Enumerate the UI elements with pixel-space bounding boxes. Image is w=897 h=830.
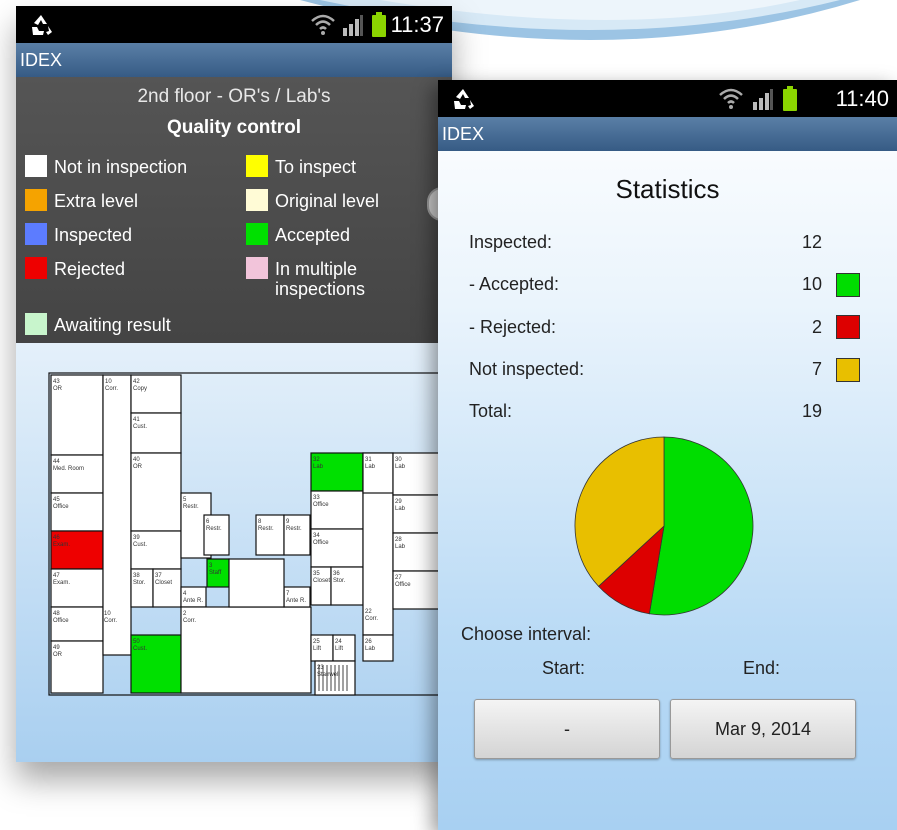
room-2[interactable]: [180, 606, 312, 694]
recycle-icon: [32, 15, 52, 35]
rejected-color-swatch: [836, 315, 860, 339]
legend-label: Original level: [275, 191, 380, 211]
pie-slice-accepted: [648, 436, 754, 616]
phone-floorplan-screen: 11:37 IDEX 2nd floor - OR's / Lab's Qual…: [16, 6, 452, 762]
end-label: End:: [743, 658, 781, 678]
battery-icon: [372, 12, 386, 37]
legend-swatch: [25, 223, 47, 245]
room-4[interactable]: [180, 586, 207, 608]
status-time: 11:40: [835, 86, 889, 111]
app-title-bar: IDEX: [438, 117, 897, 151]
legend-swatch: [246, 223, 268, 245]
signal-icon: [753, 89, 773, 110]
start-label: Start:: [542, 658, 586, 678]
wifi-icon: [311, 14, 335, 35]
legend-panel: 2nd floor - OR's / Lab's Quality control…: [16, 77, 452, 343]
wifi-icon: [719, 88, 743, 109]
status-bar: 11:40: [438, 80, 897, 117]
legend-swatch: [246, 257, 268, 279]
legend-swatch: [25, 189, 47, 211]
stat-value-total: 19: [801, 401, 822, 421]
not-inspected-color-swatch: [836, 358, 860, 382]
stat-value-rejected: 2: [811, 317, 822, 337]
statistics-title: Statistics: [615, 174, 720, 204]
section-title: Quality control: [166, 117, 302, 138]
legend-label: In multiple inspections: [275, 259, 366, 299]
legend-label: Rejected: [54, 259, 126, 279]
stat-value-inspected: 12: [801, 232, 822, 252]
legend-label: Extra level: [54, 191, 139, 211]
floor-plan-drawing[interactable]: 43 OR44 Med. Room45 Office46 Exam.47 Exam.48 O…: [16, 343, 452, 762]
choose-interval-label: Choose interval:: [461, 624, 592, 644]
legend-label: Accepted: [275, 225, 351, 245]
status-time: 11:37: [390, 12, 444, 37]
legend-swatch: [246, 155, 268, 177]
phone-statistics-screen: 11:40 IDEX Statistics Inspected: 12 - Ac…: [438, 80, 897, 830]
accepted-color-swatch: [836, 273, 860, 297]
recycle-icon: [454, 89, 474, 109]
stat-value-not-inspected: 7: [811, 359, 822, 379]
legend-swatch: [25, 313, 47, 335]
legend-label: Awaiting result: [54, 315, 171, 335]
legend-label: To inspect: [275, 157, 357, 177]
room-staff-area[interactable]: [228, 558, 285, 608]
legend-swatch: [246, 189, 268, 211]
room-7[interactable]: [283, 586, 311, 608]
statistics-pie-chart: [574, 436, 754, 616]
end-date-button[interactable]: Mar 9, 2014: [670, 699, 856, 759]
floor-title: 2nd floor - OR's / Lab's: [137, 86, 331, 107]
start-date-button[interactable]: -: [474, 699, 660, 759]
floor-plan[interactable]: 43 OR 44 Med. Room 45 Office 46 Exam. 47 Exam. 48 O…: [16, 343, 452, 762]
app-title-bar: IDEX: [16, 43, 452, 77]
battery-icon: [783, 86, 797, 111]
legend-swatch: [25, 257, 47, 279]
legend-label: Inspected: [54, 225, 133, 245]
signal-icon: [343, 15, 363, 36]
legend-swatch: [25, 155, 47, 177]
status-bar: 11:37: [16, 6, 452, 43]
stat-value-accepted: 10: [801, 274, 822, 294]
legend-label: Not in inspection: [54, 157, 188, 177]
